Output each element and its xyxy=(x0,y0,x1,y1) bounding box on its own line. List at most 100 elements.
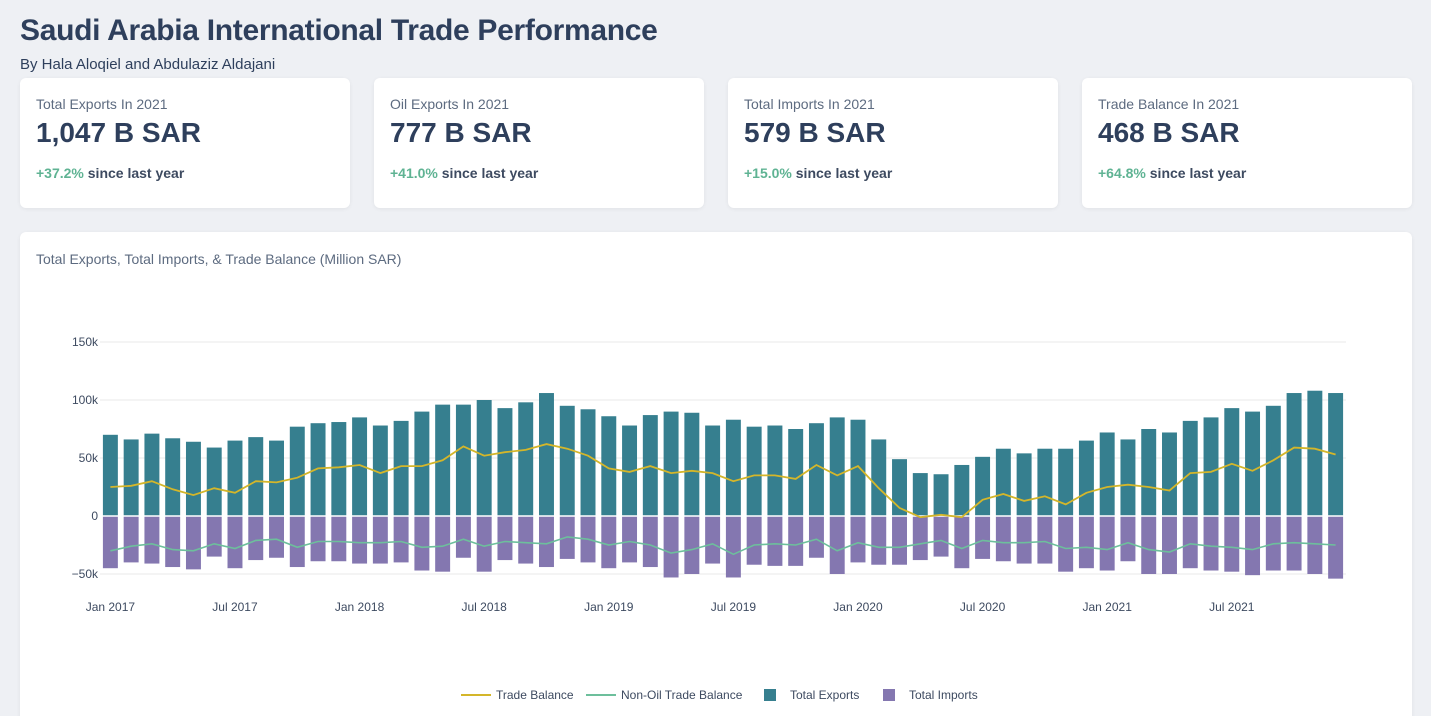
export-bar xyxy=(331,422,347,516)
kpi-card-total-imports: Total Imports In 2021 579 B SAR +15.0% s… xyxy=(728,78,1058,208)
import-bar xyxy=(829,516,845,574)
import-bar xyxy=(414,516,430,571)
export-bar xyxy=(1203,417,1219,516)
export-bar xyxy=(808,423,824,516)
import-bar xyxy=(123,516,139,563)
import-bar xyxy=(497,516,513,561)
export-bar xyxy=(476,400,492,516)
export-bar xyxy=(580,409,596,516)
import-bar xyxy=(684,516,700,574)
export-bar xyxy=(1286,393,1302,516)
import-bar xyxy=(1120,516,1136,562)
export-bar xyxy=(1307,390,1323,516)
kpi-change: +41.0% since last year xyxy=(390,165,688,181)
import-bar xyxy=(1141,516,1157,574)
legend-label: Non-Oil Trade Balance xyxy=(621,688,743,702)
export-bar xyxy=(539,393,554,516)
import-bar xyxy=(1328,516,1344,579)
export-bar xyxy=(1141,429,1157,516)
x-tick-label: Jan 2021 xyxy=(1082,600,1132,614)
export-bar xyxy=(975,456,991,516)
export-bar xyxy=(829,417,845,516)
export-bar xyxy=(705,425,721,516)
import-bar xyxy=(954,516,970,569)
y-tick-label: −50k xyxy=(72,567,99,581)
kpi-change-suffix: since last year xyxy=(1149,165,1247,181)
import-bar xyxy=(912,516,928,561)
import-bar xyxy=(1203,516,1219,571)
import-bar xyxy=(1307,516,1323,574)
import-bar xyxy=(1037,516,1053,564)
export-bar xyxy=(165,438,181,516)
export-bar xyxy=(767,425,783,516)
import-bar xyxy=(144,516,160,564)
legend-swatch xyxy=(764,689,776,701)
kpi-card-trade-balance: Trade Balance In 2021 468 B SAR +64.8% s… xyxy=(1082,78,1412,208)
import-bar xyxy=(642,516,658,568)
kpi-change-percent: +41.0% xyxy=(390,165,438,181)
export-bar xyxy=(912,473,928,516)
import-bar xyxy=(1182,516,1198,569)
export-bar xyxy=(995,448,1011,516)
export-bar xyxy=(310,423,326,516)
trade-chart: 150k 100k 50k 0 −50k Jan 2017 Jul 2017 Jan 2018… xyxy=(72,335,1346,702)
kpi-label: Total Exports In 2021 xyxy=(36,96,168,112)
import-bar xyxy=(892,516,907,565)
import-bar xyxy=(1078,516,1094,569)
x-tick-label: Jan 2017 xyxy=(86,600,136,614)
import-bar xyxy=(663,516,679,578)
x-tick-label: Jul 2017 xyxy=(212,600,258,614)
export-bar xyxy=(102,434,118,516)
kpi-card-oil-exports: Oil Exports In 2021 777 B SAR +41.0% sin… xyxy=(374,78,704,208)
import-bar xyxy=(705,516,721,564)
kpi-change-suffix: since last year xyxy=(87,165,185,181)
export-bar xyxy=(206,447,222,516)
kpi-label: Total Imports In 2021 xyxy=(744,96,875,112)
kpi-change: +64.8% since last year xyxy=(1098,165,1396,181)
export-bar xyxy=(144,433,160,516)
kpi-change: +15.0% since last year xyxy=(744,165,1042,181)
import-bar xyxy=(1245,516,1261,576)
export-bar xyxy=(788,429,804,516)
export-bar xyxy=(1078,440,1094,516)
x-tick-label: Jan 2018 xyxy=(335,600,385,614)
import-bar xyxy=(269,516,284,558)
import-bar xyxy=(601,516,617,569)
import-bar xyxy=(248,516,264,561)
import-bar xyxy=(206,516,222,557)
import-bar xyxy=(1162,516,1177,574)
import-bar xyxy=(1016,516,1032,564)
kpi-change-suffix: since last year xyxy=(795,165,893,181)
export-bar xyxy=(1016,453,1032,516)
import-bar xyxy=(455,516,471,558)
import-bar xyxy=(767,516,783,566)
import-bar xyxy=(352,516,368,564)
import-bar xyxy=(788,516,804,566)
y-tick-label: 150k xyxy=(72,335,99,349)
export-bar xyxy=(1224,408,1240,516)
kpi-change-percent: +15.0% xyxy=(744,165,792,181)
import-bar xyxy=(725,516,741,578)
import-bar xyxy=(808,516,824,558)
import-bar xyxy=(995,516,1011,562)
import-bar xyxy=(871,516,887,565)
y-tick-label: 0 xyxy=(91,509,98,523)
import-bar xyxy=(1099,516,1115,571)
export-bar xyxy=(933,474,949,516)
import-bar xyxy=(393,516,409,563)
legend-label: Total Imports xyxy=(909,688,978,702)
export-bar xyxy=(871,439,887,516)
export-bar xyxy=(185,441,201,516)
export-bar xyxy=(518,402,534,516)
y-tick-label: 50k xyxy=(79,451,99,465)
export-bar xyxy=(1162,432,1177,516)
legend-label: Trade Balance xyxy=(496,688,574,702)
kpi-value: 468 B SAR xyxy=(1098,117,1240,148)
import-bar xyxy=(850,516,866,563)
page-subtitle: By Hala Aloqiel and Abdulaziz Aldajani xyxy=(20,56,276,73)
export-bar xyxy=(725,419,741,516)
export-bar xyxy=(269,440,284,516)
kpi-label: Oil Exports In 2021 xyxy=(390,96,510,112)
x-tick-label: Jan 2020 xyxy=(833,600,883,614)
kpi-card-total-exports: Total Exports In 2021 1,047 B SAR +37.2%… xyxy=(20,78,350,208)
